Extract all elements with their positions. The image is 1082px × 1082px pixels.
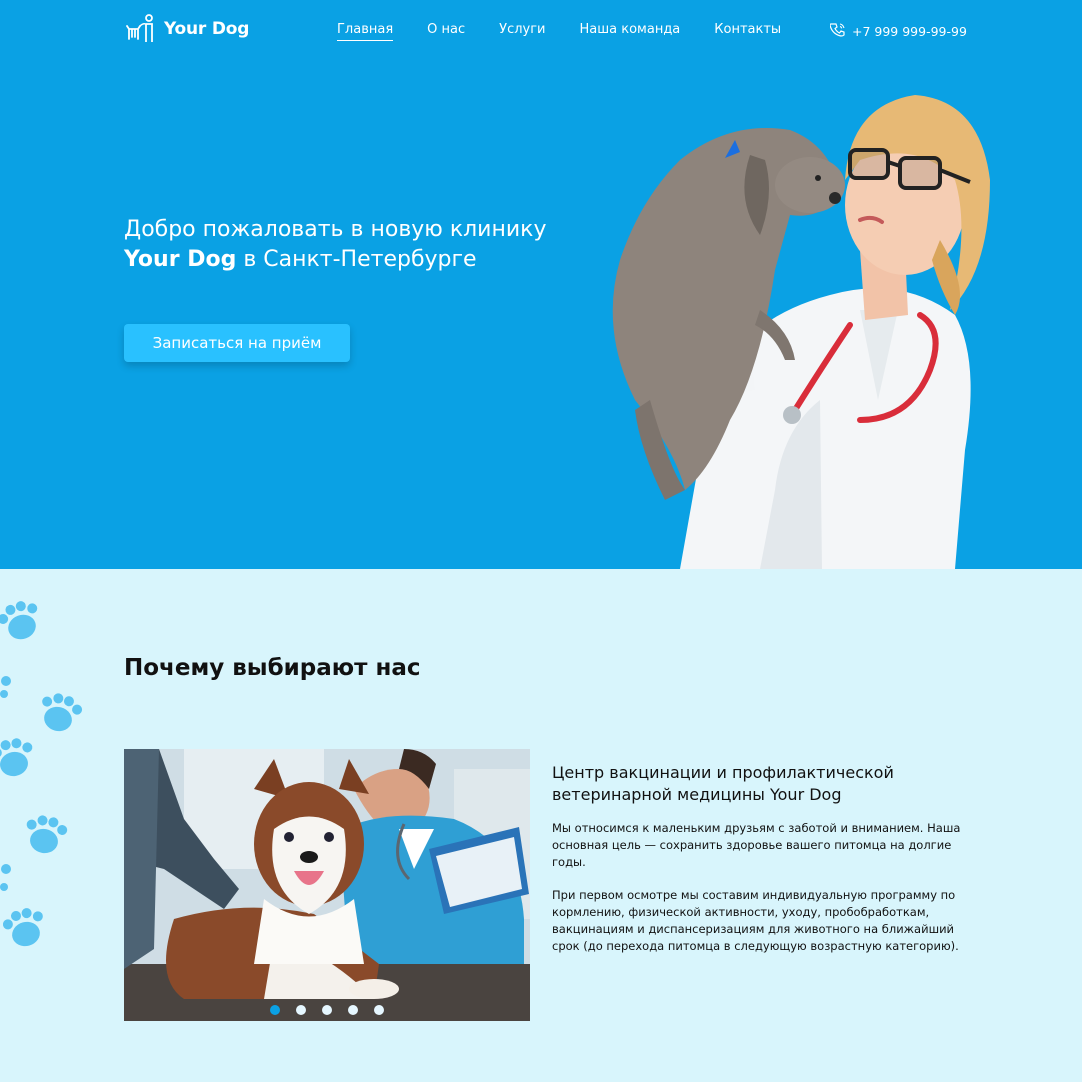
paw-prints-decoration <box>0 601 83 947</box>
slider-dot-4[interactable] <box>348 1005 358 1015</box>
hero-title-line1: Добро пожаловать в новую клинику <box>124 217 547 242</box>
slider-dot-3[interactable] <box>322 1005 332 1015</box>
info-paragraph-1: Мы относимся к маленьким друзьям с забот… <box>552 821 961 869</box>
phone-number: +7 999 999-99-99 <box>852 24 967 39</box>
about-info: Центр вакцинации и профилактической вете… <box>552 762 972 971</box>
info-title: Центр вакцинации и профилактической вете… <box>552 763 894 804</box>
slider-dot-1[interactable] <box>270 1005 280 1015</box>
hero-section: Your Dog Главная О нас Услуги Наша коман… <box>0 0 1082 569</box>
logo-text: Your Dog <box>164 19 250 39</box>
section-title: Почему выбирают нас <box>124 655 421 681</box>
nav-home[interactable]: Главная <box>337 22 394 41</box>
why-us-section: Почему выбирают нас Центр вакцинации и п… <box>0 569 1082 1082</box>
phone-link[interactable]: +7 999 999-99-99 <box>829 22 967 41</box>
slider-dot-5[interactable] <box>374 1005 384 1015</box>
book-appointment-button[interactable]: Записаться на приём <box>124 324 350 362</box>
info-paragraph-2: При первом осмотре мы составим индивидуа… <box>552 888 959 953</box>
hero-title-brand: Your Dog <box>124 247 237 272</box>
nav-team[interactable]: Наша команда <box>580 22 681 41</box>
slider-dot-2[interactable] <box>296 1005 306 1015</box>
husky-vet-image <box>124 749 530 1021</box>
nav-contacts[interactable]: Контакты <box>714 22 781 41</box>
logo[interactable]: Your Dog <box>124 14 249 44</box>
main-nav: Главная О нас Услуги Наша команда Контак… <box>337 22 781 41</box>
dog-walker-logo-icon <box>124 14 156 44</box>
site-header: Your Dog Главная О нас Услуги Наша коман… <box>0 0 1082 62</box>
slider-dots <box>124 1005 530 1015</box>
hero-title: Добро пожаловать в новую клинику Your Do… <box>124 215 564 275</box>
photo-slider[interactable] <box>124 749 530 1021</box>
nav-services[interactable]: Услуги <box>499 22 545 41</box>
hero-title-line2: в Санкт-Петербурге <box>236 247 477 272</box>
nav-about[interactable]: О нас <box>427 22 465 41</box>
phone-icon <box>829 22 846 41</box>
vet-with-puppy-image <box>612 95 990 569</box>
